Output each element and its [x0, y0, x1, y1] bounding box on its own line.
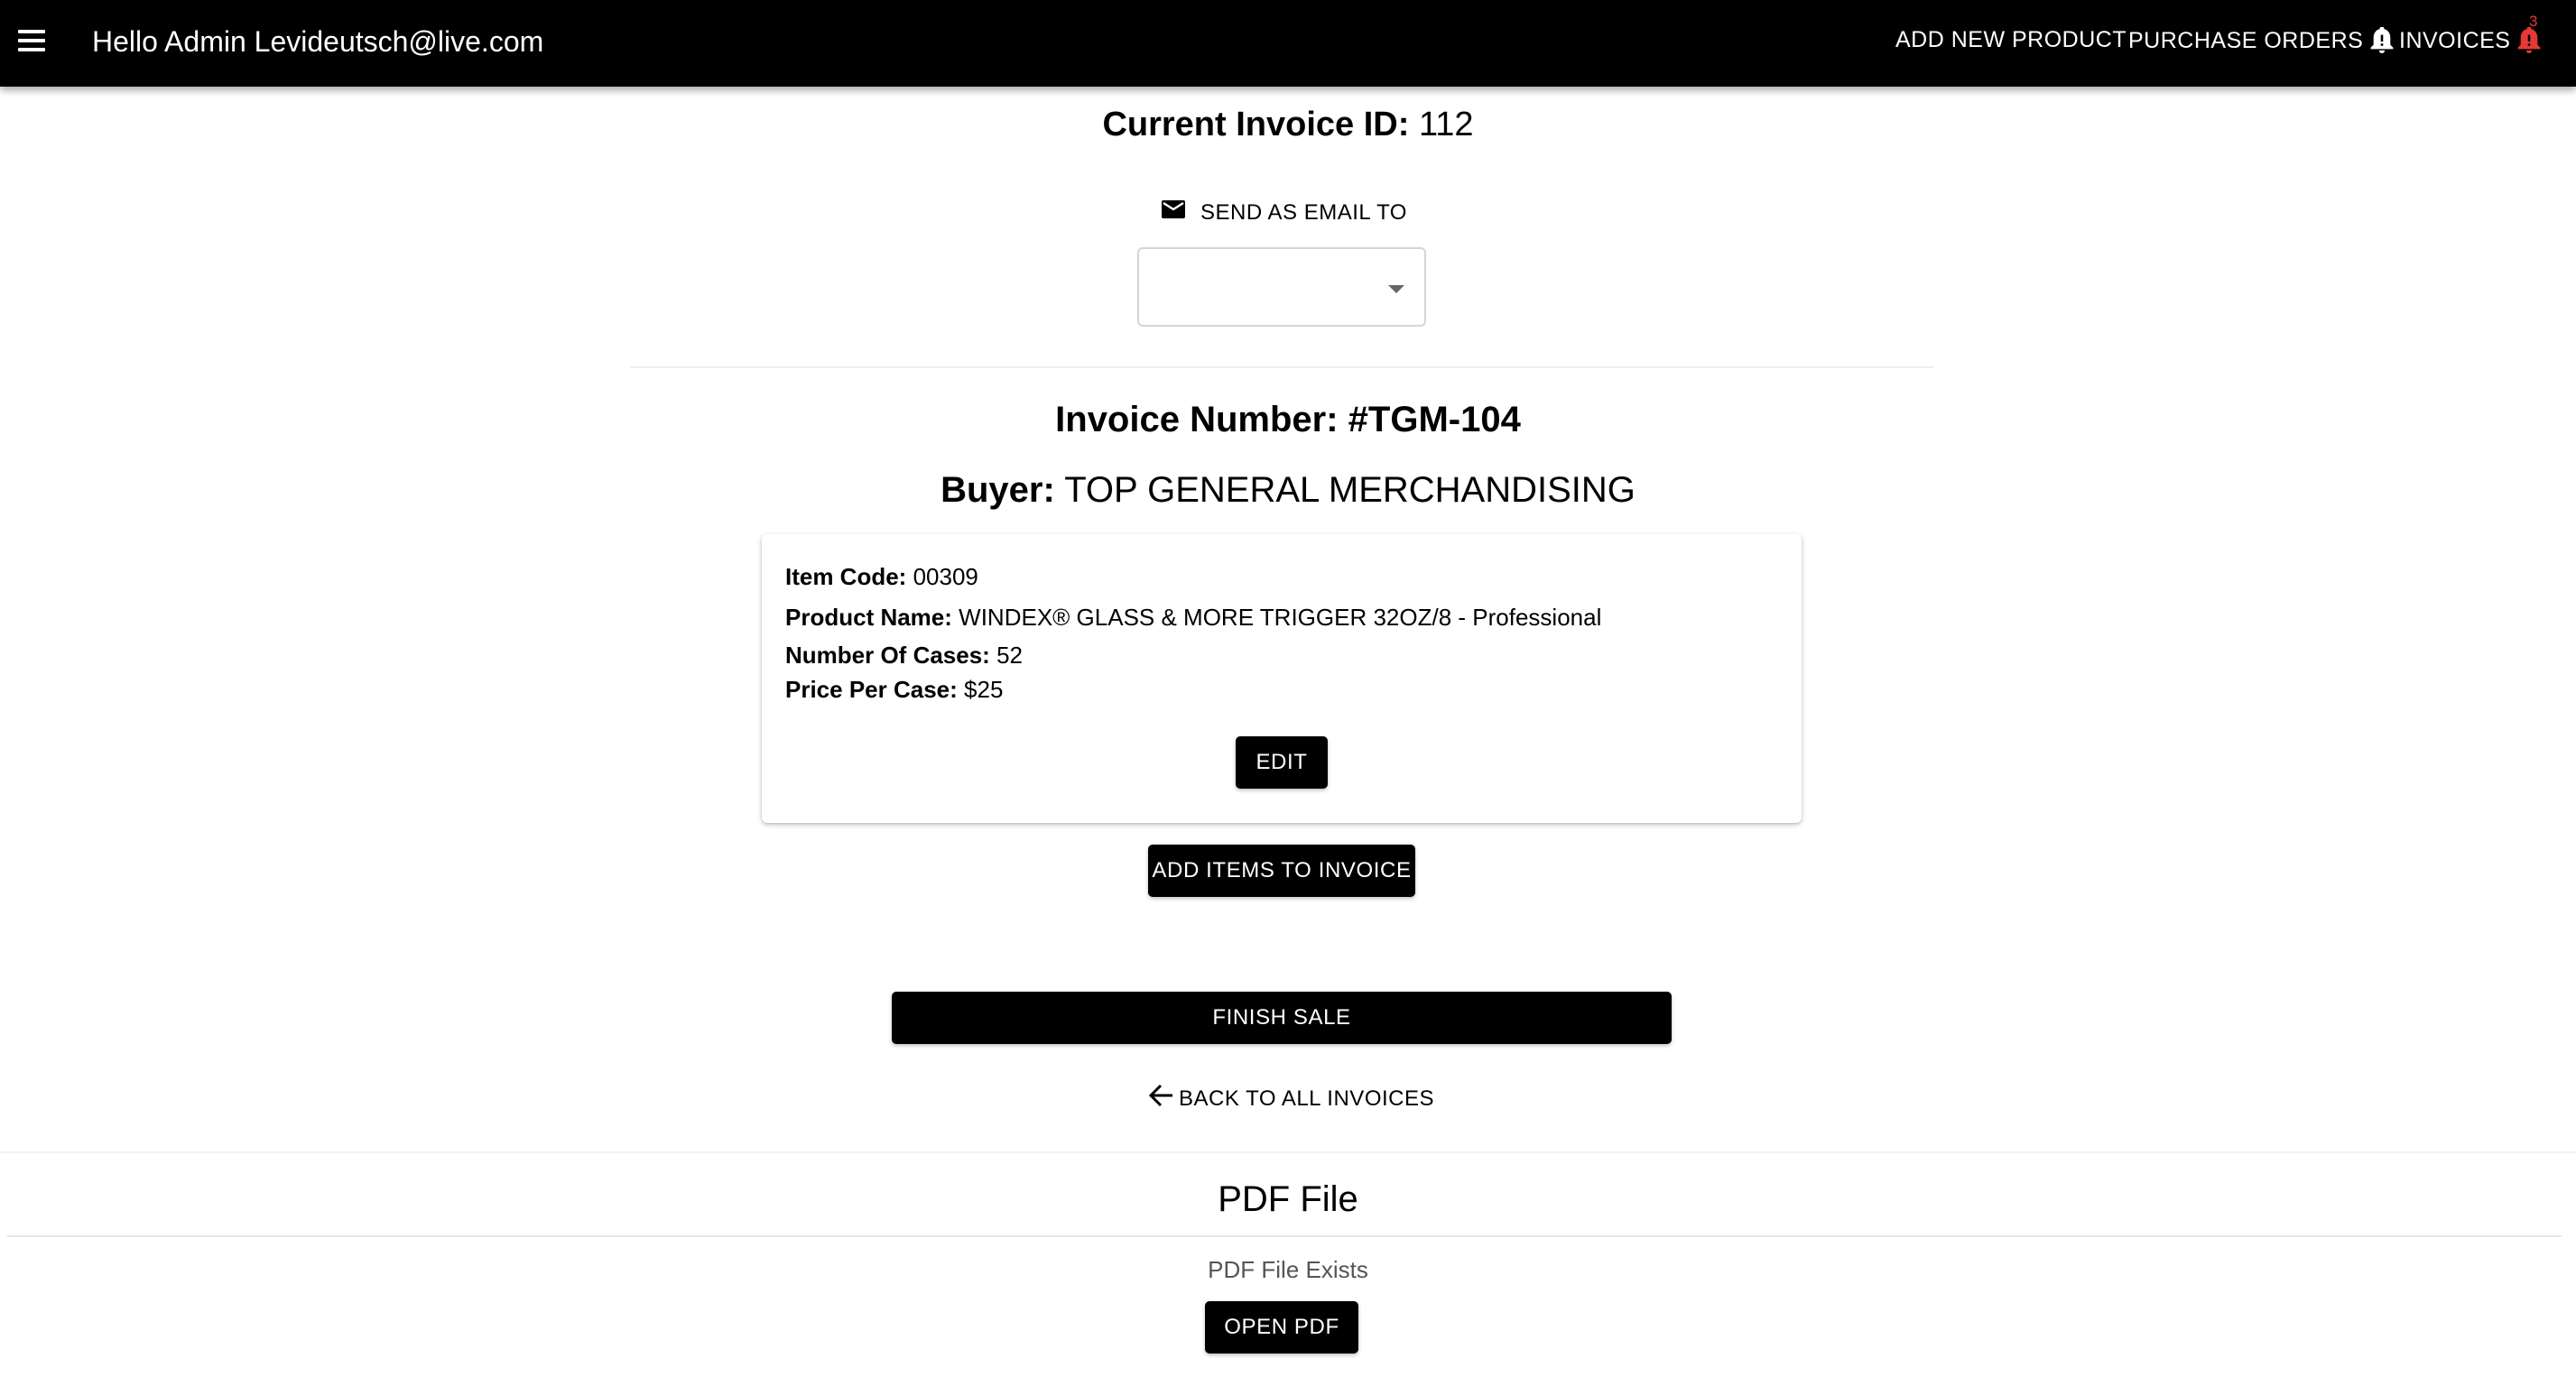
back-to-all-invoices-label: BACK TO ALL INVOICES	[1179, 1086, 1434, 1111]
divider	[0, 1151, 2576, 1153]
send-as-email-label: SEND AS EMAIL TO	[1200, 199, 1407, 225]
price-per-case-label: Price Per Case:	[785, 676, 958, 703]
product-name-value: WINDEX® GLASS & MORE TRIGGER 32OZ/8 - Pr…	[959, 604, 1602, 631]
current-invoice-id: Current Invoice ID: 112	[0, 103, 2576, 146]
back-to-all-invoices-link[interactable]: BACK TO ALL INVOICES	[1146, 1083, 1434, 1114]
send-as-email-button[interactable]: SEND AS EMAIL TO	[1161, 199, 1407, 226]
nav-invoices[interactable]: INVOICES	[2399, 26, 2541, 54]
buyer-label: Buyer:	[941, 470, 1055, 510]
open-pdf-button[interactable]: OPEN PDF	[1205, 1301, 1358, 1354]
app-bar: Hello Admin Levideutsch@live.com ADD NEW…	[0, 0, 2576, 87]
invoice-number: Invoice Number: #TGM-104	[0, 397, 2576, 442]
number-of-cases: Number Of Cases: 52	[785, 640, 1023, 670]
finish-sale-button[interactable]: FINISH SALE	[892, 992, 1672, 1044]
greeting-text: Hello Admin Levideutsch@live.com	[92, 25, 544, 58]
number-of-cases-label: Number Of Cases:	[785, 642, 990, 669]
nav-purchase-orders[interactable]: PURCHASE ORDERS	[2128, 26, 2394, 54]
email-recipient-select[interactable]	[1137, 247, 1426, 327]
nav-add-new-product[interactable]: ADD NEW PRODUCT	[1895, 27, 2127, 53]
nav-invoices-label: INVOICES	[2399, 27, 2511, 53]
invoice-number-label: Invoice Number:	[1055, 400, 1339, 439]
nav-add-new-product-label: ADD NEW PRODUCT	[1895, 27, 2127, 52]
number-of-cases-value: 52	[996, 642, 1023, 669]
buyer: Buyer: TOP GENERAL MERCHANDISING	[0, 467, 2576, 513]
product-name-label: Product Name:	[785, 604, 952, 631]
invoice-number-value: #TGM-104	[1348, 400, 1521, 439]
pdf-section-title: PDF File	[1218, 1179, 1358, 1219]
add-items-to-invoice-button[interactable]: ADD ITEMS TO INVOICE	[1148, 845, 1415, 897]
item-code-label: Item Code:	[785, 563, 907, 590]
invoices-badge: 3	[2529, 13, 2538, 30]
chevron-down-icon	[1388, 285, 1404, 293]
current-invoice-id-value: 112	[1418, 106, 1474, 143]
mail-icon	[1161, 199, 1186, 226]
edit-item-button[interactable]: EDIT	[1236, 736, 1328, 789]
divider	[630, 366, 1933, 368]
item-code-value: 00309	[913, 563, 978, 590]
arrow-left-icon	[1146, 1083, 1175, 1114]
pdf-status-text: PDF File Exists	[1208, 1256, 1368, 1283]
bell-alert-icon	[2517, 26, 2541, 54]
menu-icon[interactable]	[18, 25, 49, 56]
product-name: Product Name: WINDEX® GLASS & MORE TRIGG…	[785, 602, 1601, 633]
item-code: Item Code: 00309	[785, 561, 978, 592]
bell-icon	[2370, 26, 2394, 54]
current-invoice-id-label: Current Invoice ID:	[1102, 106, 1410, 143]
buyer-value: TOP GENERAL MERCHANDISING	[1064, 470, 1635, 510]
divider	[7, 1235, 2562, 1237]
nav-purchase-orders-label: PURCHASE ORDERS	[2128, 27, 2364, 53]
price-per-case-value: $25	[964, 676, 1004, 703]
price-per-case: Price Per Case: $25	[785, 674, 1003, 705]
